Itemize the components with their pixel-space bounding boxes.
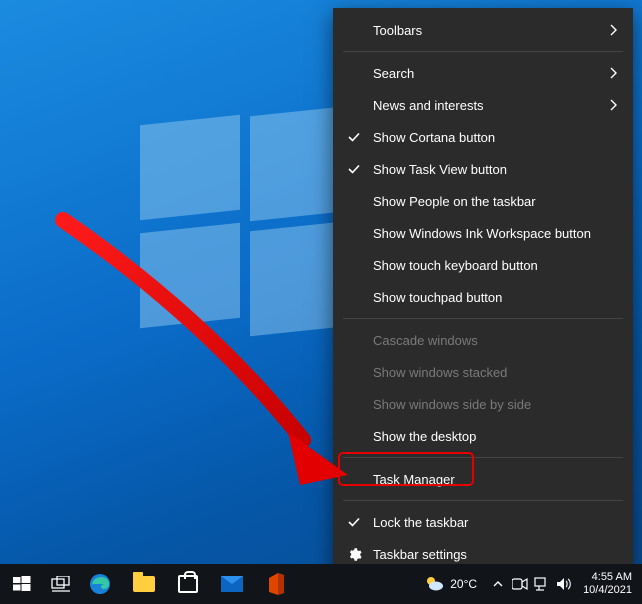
check-icon: [345, 153, 363, 185]
mail-button[interactable]: [210, 564, 254, 604]
separator: [343, 457, 623, 458]
separator: [343, 500, 623, 501]
edge-icon: [88, 572, 112, 596]
taskbar-clock[interactable]: 4:55 AM 10/4/2021: [577, 571, 638, 596]
office-icon: [264, 572, 288, 596]
chevron-right-icon: [607, 89, 621, 121]
task-view-button[interactable]: [44, 564, 78, 604]
tray-volume[interactable]: [555, 564, 573, 604]
separator: [343, 318, 623, 319]
menu-item-show-touch-keyboard[interactable]: Show touch keyboard button: [333, 249, 633, 281]
menu-item-show-task-view[interactable]: Show Task View button: [333, 153, 633, 185]
check-icon: [345, 506, 363, 538]
network-icon: [534, 577, 550, 591]
menu-label: Task Manager: [373, 472, 455, 487]
menu-label: Taskbar settings: [373, 547, 467, 562]
menu-item-news-interests[interactable]: News and interests: [333, 89, 633, 121]
menu-label: Cascade windows: [373, 333, 478, 348]
menu-label: News and interests: [373, 98, 484, 113]
microsoft-store-button[interactable]: [166, 564, 210, 604]
windows-logo-icon: [10, 572, 34, 596]
menu-item-show-people[interactable]: Show People on the taskbar: [333, 185, 633, 217]
check-icon: [345, 121, 363, 153]
menu-item-task-manager[interactable]: Task Manager: [333, 463, 633, 495]
tray-overflow-button[interactable]: [489, 564, 507, 604]
menu-label: Show People on the taskbar: [373, 194, 536, 209]
office-button[interactable]: [254, 564, 298, 604]
menu-label: Show Windows Ink Workspace button: [373, 226, 591, 241]
menu-label: Show Task View button: [373, 162, 507, 177]
menu-label: Show windows stacked: [373, 365, 507, 380]
menu-label: Show touchpad button: [373, 290, 502, 305]
menu-label: Show the desktop: [373, 429, 476, 444]
chevron-right-icon: [607, 57, 621, 89]
weather-temp: 20°C: [450, 577, 477, 591]
edge-button[interactable]: [78, 564, 122, 604]
menu-label: Lock the taskbar: [373, 515, 468, 530]
menu-item-show-cortana[interactable]: Show Cortana button: [333, 121, 633, 153]
speaker-icon: [556, 577, 572, 591]
chevron-right-icon: [607, 14, 621, 46]
camera-icon: [512, 577, 528, 591]
menu-item-cascade-windows: Cascade windows: [333, 324, 633, 356]
menu-item-show-ink-workspace[interactable]: Show Windows Ink Workspace button: [333, 217, 633, 249]
tray-meet-now[interactable]: [511, 564, 529, 604]
mail-icon: [220, 572, 244, 596]
menu-item-windows-side-by-side: Show windows side by side: [333, 388, 633, 420]
taskbar-left: [0, 564, 298, 604]
menu-item-windows-stacked: Show windows stacked: [333, 356, 633, 388]
menu-label: Show touch keyboard button: [373, 258, 538, 273]
menu-item-search[interactable]: Search: [333, 57, 633, 89]
menu-label: Toolbars: [373, 23, 422, 38]
file-explorer-button[interactable]: [122, 564, 166, 604]
menu-item-show-the-desktop[interactable]: Show the desktop: [333, 420, 633, 452]
weather-icon: [424, 574, 444, 595]
clock-date: 10/4/2021: [583, 584, 632, 597]
clock-time: 4:55 AM: [592, 571, 632, 584]
taskbar-right: 20°C 4:55 AM 10/4/2021: [416, 564, 642, 604]
tray-network[interactable]: [533, 564, 551, 604]
menu-label: Search: [373, 66, 414, 81]
start-button[interactable]: [0, 564, 44, 604]
separator: [343, 51, 623, 52]
taskbar-context-menu: Toolbars Search News and interests Show …: [333, 8, 633, 576]
menu-label: Show windows side by side: [373, 397, 531, 412]
menu-item-show-touchpad[interactable]: Show touchpad button: [333, 281, 633, 313]
taskbar: 20°C 4:55 AM 10/4/2021: [0, 564, 642, 604]
menu-item-lock-taskbar[interactable]: Lock the taskbar: [333, 506, 633, 538]
weather-widget[interactable]: 20°C: [416, 574, 485, 595]
menu-item-toolbars[interactable]: Toolbars: [333, 14, 633, 46]
menu-label: Show Cortana button: [373, 130, 495, 145]
folder-icon: [132, 572, 156, 596]
task-view-icon: [49, 572, 73, 596]
store-icon: [176, 572, 200, 596]
chevron-up-icon: [493, 579, 503, 589]
